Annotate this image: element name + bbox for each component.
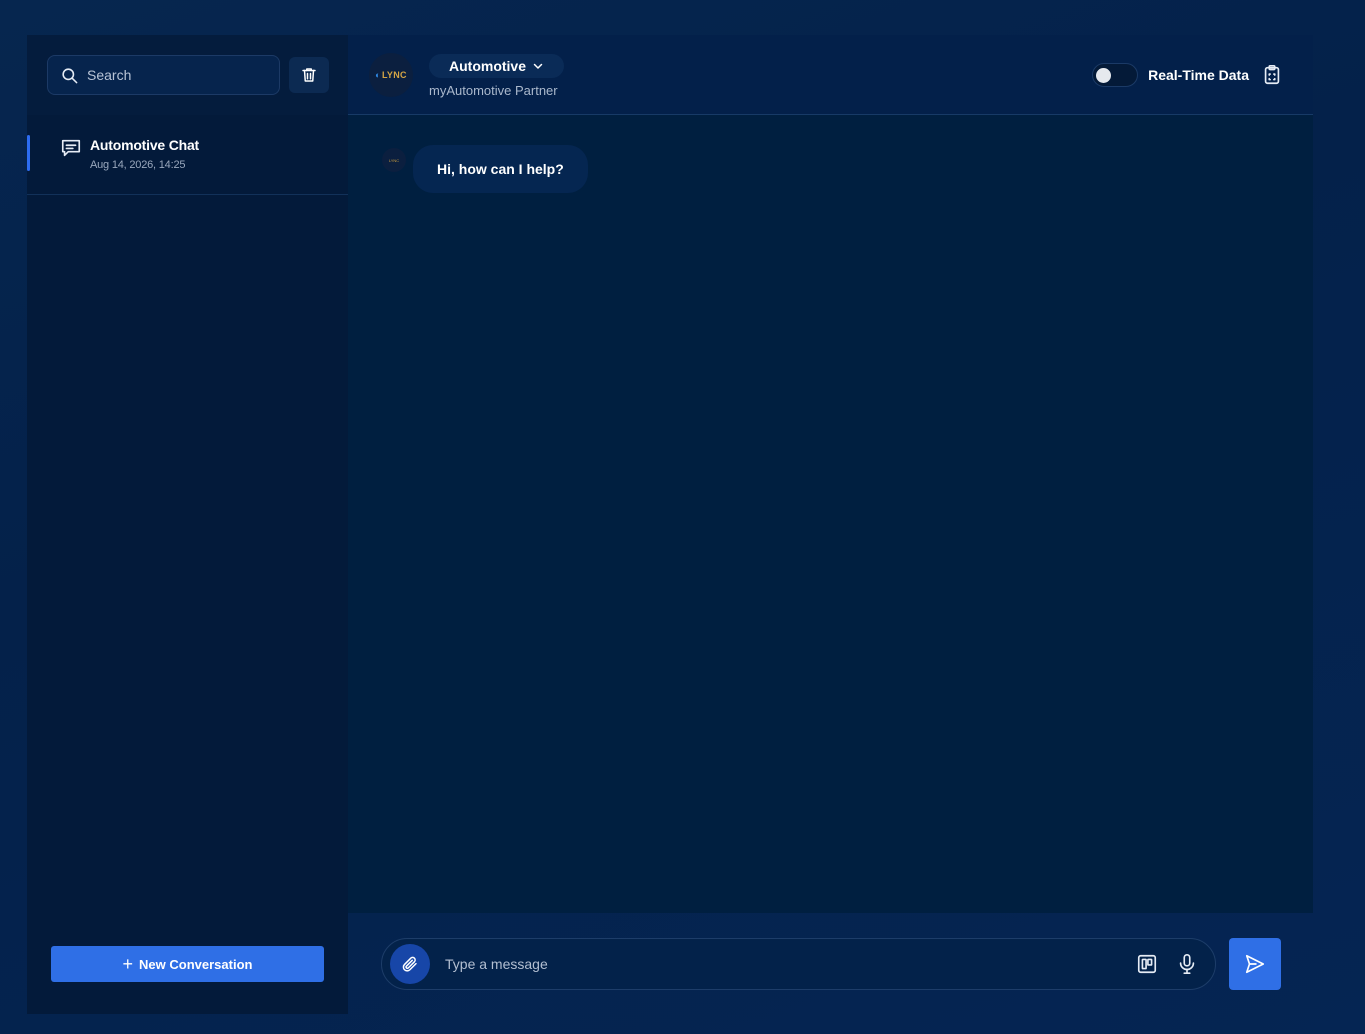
realtime-data-label: Real-Time Data [1148, 67, 1249, 83]
agent-name: Automotive [449, 57, 526, 74]
assistant-avatar: LYNC [382, 148, 406, 172]
microphone-icon[interactable] [1176, 953, 1198, 975]
send-button[interactable] [1229, 938, 1281, 990]
chat-messages: LYNC Hi, how can I help? [348, 115, 1313, 913]
toggle-knob [1096, 68, 1112, 83]
plus-icon: + [122, 954, 134, 974]
conversation-item[interactable]: Automotive Chat Aug 14, 2026, 14:25 [27, 115, 348, 195]
conversation-text: Automotive Chat Aug 14, 2026, 14:25 [90, 137, 199, 171]
main-panel: ◐ LYNC Automotive myAutomotive Partner Re… [348, 35, 1313, 1014]
header-actions: Real-Time Data [1092, 63, 1283, 87]
logo-text: LYNC [381, 69, 407, 80]
logo-mark-icon: ◐ [375, 69, 381, 80]
chevron-down-icon [533, 63, 543, 69]
sidebar-toolbar [27, 35, 348, 115]
active-indicator [27, 135, 30, 171]
agent-subtitle: myAutomotive Partner [429, 82, 558, 98]
chat-bubble-icon [61, 139, 81, 157]
conversation-date: Aug 14, 2026, 14:25 [90, 159, 186, 171]
agent-logo: ◐ LYNC [369, 52, 413, 97]
new-conversation-label: New Conversation [139, 956, 253, 972]
message-input[interactable] [445, 956, 1136, 972]
message-composer [381, 938, 1216, 990]
app-window: Automotive Chat Aug 14, 2026, 14:25 + Ne… [27, 35, 1313, 1014]
agent-selector[interactable]: Automotive [429, 53, 564, 78]
search-icon [62, 67, 78, 83]
search-input[interactable] [87, 67, 267, 83]
cards-icon[interactable] [1136, 953, 1158, 975]
delete-conversations-button[interactable] [289, 57, 329, 93]
avatar-logo-text: LYNC [388, 157, 400, 163]
search-box[interactable] [47, 55, 280, 95]
trash-icon [302, 68, 316, 82]
new-conversation-button[interactable]: + New Conversation [51, 946, 324, 982]
realtime-data-toggle[interactable] [1092, 63, 1139, 87]
paperclip-icon [402, 956, 417, 972]
composer-area [348, 913, 1313, 1014]
sidebar: Automotive Chat Aug 14, 2026, 14:25 + Ne… [27, 35, 348, 1014]
message-bubble: Hi, how can I help? [413, 145, 588, 193]
agent-meta: Automotive myAutomotive Partner [429, 52, 564, 98]
attach-button[interactable] [390, 944, 430, 984]
chat-header: ◐ LYNC Automotive myAutomotive Partner Re… [348, 35, 1313, 115]
clipboard-icon[interactable] [1261, 64, 1283, 86]
assistant-message: LYNC Hi, how can I help? [382, 145, 588, 193]
conversation-title: Automotive Chat [90, 137, 200, 153]
send-icon [1245, 954, 1265, 974]
